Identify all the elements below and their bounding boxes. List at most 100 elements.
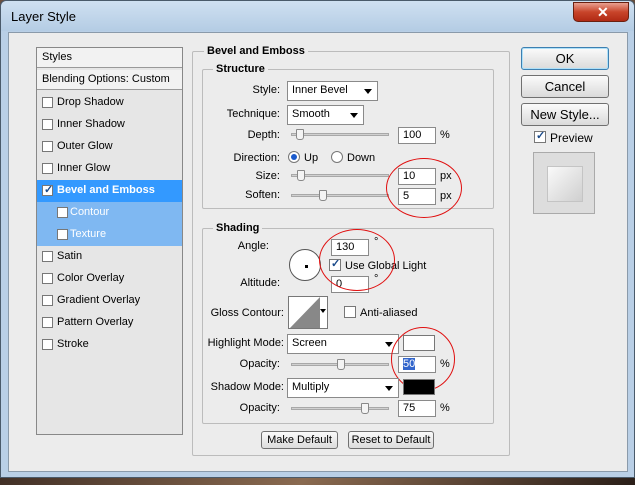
style-checkbox[interactable]	[42, 295, 53, 306]
technique-dropdown[interactable]: Smooth	[287, 105, 364, 125]
bevel-emboss-title: Bevel and Emboss	[204, 45, 308, 57]
style-preview	[533, 152, 595, 214]
style-checkbox[interactable]	[57, 229, 68, 240]
styles-item-label: Pattern Overlay	[57, 316, 134, 328]
shadow-opacity-input[interactable]: 75	[398, 400, 436, 417]
size-label: Size:	[255, 170, 280, 182]
style-checkbox[interactable]	[42, 317, 53, 328]
styles-item-outer-glow[interactable]: Outer Glow	[37, 136, 182, 158]
style-checkbox[interactable]	[42, 163, 53, 174]
style-checkbox[interactable]	[42, 141, 53, 152]
angle-dot	[305, 265, 308, 268]
style-checkbox[interactable]	[57, 207, 68, 218]
styles-item-inner-glow[interactable]: Inner Glow	[37, 158, 182, 180]
style-checkbox[interactable]: ✓	[42, 184, 54, 196]
gloss-contour-label: Gloss Contour:	[210, 307, 284, 319]
depth-label: Depth:	[247, 129, 280, 141]
styles-item-pattern-overlay[interactable]: Pattern Overlay	[37, 312, 182, 334]
cancel-button[interactable]: Cancel	[521, 75, 609, 98]
reset-default-button[interactable]: Reset to Default	[348, 431, 434, 449]
styles-item-gradient-overlay[interactable]: Gradient Overlay	[37, 290, 182, 312]
highlight-mode-value: Screen	[292, 337, 327, 349]
chevron-down-icon	[320, 309, 326, 313]
styles-item-label: Drop Shadow	[57, 96, 124, 108]
styles-item-color-overlay[interactable]: Color Overlay	[37, 268, 182, 290]
styles-header[interactable]: Styles	[37, 48, 182, 68]
style-checkbox[interactable]	[42, 251, 53, 262]
ok-button[interactable]: OK	[521, 47, 609, 70]
gloss-contour-picker[interactable]	[288, 296, 328, 329]
shadow-mode-label: Shadow Mode:	[210, 381, 284, 393]
styles-item-contour[interactable]: Contour	[37, 202, 182, 224]
style-dropdown[interactable]: Inner Bevel	[287, 81, 378, 101]
chevron-down-icon	[350, 113, 358, 118]
highlight-opacity-label: Opacity:	[239, 358, 280, 370]
layer-style-dialog: Layer Style ✕ Styles Blending Options: C…	[0, 0, 635, 478]
title-bar: Layer Style ✕	[1, 1, 634, 31]
check-icon: ✓	[536, 130, 546, 142]
styles-item-label: Satin	[57, 250, 83, 262]
styles-item-texture[interactable]: Texture	[37, 224, 182, 246]
new-style-button[interactable]: New Style...	[521, 103, 609, 126]
direction-down-radio[interactable]	[331, 151, 343, 163]
styles-item-inner-shadow[interactable]: Inner Shadow	[37, 114, 182, 136]
styles-item-label: Outer Glow	[57, 140, 113, 152]
close-icon: ✕	[597, 4, 609, 20]
styles-item-drop-shadow[interactable]: Drop Shadow	[37, 92, 182, 114]
structure-title: Structure	[213, 63, 268, 75]
highlight-mode-label: Highlight Mode:	[207, 337, 284, 349]
depth-slider-thumb[interactable]	[296, 129, 304, 140]
anti-aliased-label: Anti-aliased	[360, 307, 418, 319]
shadow-mode-dropdown[interactable]: Multiply	[287, 378, 399, 398]
soften-label: Soften:	[245, 189, 280, 201]
style-checkbox[interactable]	[42, 119, 53, 130]
technique-value: Smooth	[292, 108, 330, 120]
blending-options-label: Blending Options: Custom	[42, 73, 170, 85]
preview-checkbox[interactable]: ✓	[534, 130, 546, 143]
shadow-opacity-label: Opacity:	[239, 402, 280, 414]
check-icon: ✓	[44, 184, 54, 196]
angle-label: Angle:	[237, 240, 269, 252]
angle-dial[interactable]	[289, 249, 321, 281]
shadow-color-swatch[interactable]	[403, 379, 435, 395]
styles-item-label: Color Overlay	[57, 272, 125, 284]
soften-slider-track[interactable]	[291, 194, 389, 197]
style-checkbox[interactable]	[42, 273, 53, 284]
direction-up-radio[interactable]	[288, 151, 300, 163]
styles-item-label: Stroke	[57, 338, 89, 350]
shadow-opacity-slider-thumb[interactable]	[361, 403, 369, 414]
size-slider-track[interactable]	[291, 174, 389, 177]
close-button[interactable]: ✕	[573, 2, 629, 22]
styles-item-satin[interactable]: Satin	[37, 246, 182, 268]
highlight-opacity-slider-thumb[interactable]	[337, 359, 345, 370]
chevron-down-icon	[364, 89, 372, 94]
style-checkbox[interactable]	[42, 97, 53, 108]
direction-label: Direction:	[233, 152, 280, 164]
size-slider-thumb[interactable]	[297, 170, 305, 181]
depth-unit: %	[440, 129, 450, 141]
blending-options[interactable]: Blending Options: Custom	[37, 70, 182, 90]
styles-item-label: Texture	[70, 228, 107, 240]
anti-aliased-checkbox[interactable]	[344, 306, 356, 318]
dialog-body: Styles Blending Options: Custom Drop Sha…	[8, 32, 628, 472]
styles-item-bevel-and-emboss[interactable]: ✓ Bevel and Emboss	[37, 180, 182, 202]
styles-item-label: Gradient Overlay	[57, 294, 141, 306]
annotation-ring	[386, 158, 462, 218]
styles-item-stroke[interactable]: Stroke	[37, 334, 182, 356]
shadow-mode-value: Multiply	[292, 381, 330, 393]
make-default-button[interactable]: Make Default	[261, 431, 338, 449]
depth-slider-track[interactable]	[291, 133, 389, 136]
style-checkbox[interactable]	[42, 339, 53, 350]
styles-item-label: Inner Glow	[57, 162, 111, 174]
styles-item-label: Inner Shadow	[57, 118, 125, 130]
depth-input[interactable]: 100	[398, 127, 436, 144]
styles-header-label: Styles	[42, 51, 72, 63]
preview-swatch	[547, 166, 583, 202]
window-title: Layer Style	[11, 9, 77, 24]
direction-up-label: Up	[304, 152, 319, 164]
soften-slider-thumb[interactable]	[319, 190, 327, 201]
styles-list: Styles Blending Options: Custom Drop Sha…	[36, 47, 183, 435]
highlight-mode-dropdown[interactable]: Screen	[287, 334, 399, 354]
shadow-opacity-slider-track[interactable]	[291, 407, 389, 410]
styles-item-label: Bevel and Emboss	[57, 184, 155, 196]
